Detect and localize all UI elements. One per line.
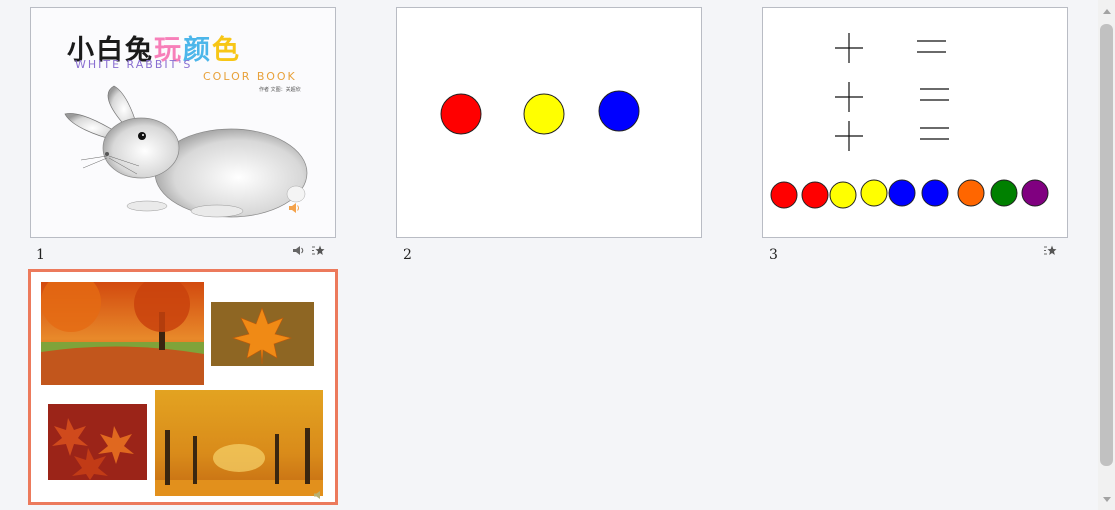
- slide-thumbnail-1[interactable]: 小 白 兔 玩 颜 色 WHITE RABBIT'S COLOR BOOK 作者…: [30, 7, 336, 238]
- palette-circle: [770, 181, 798, 209]
- palette-circle: [801, 181, 829, 209]
- equals-sign: [917, 40, 946, 53]
- speaker-icon[interactable]: [313, 490, 323, 500]
- scroll-down-arrow-icon[interactable]: [1102, 494, 1112, 504]
- autumn-alley-photo: [155, 390, 323, 496]
- animation-star-icon[interactable]: [1043, 244, 1057, 257]
- palette-circle: [921, 179, 949, 207]
- slide-thumbnail-2[interactable]: [396, 7, 702, 238]
- animation-star-icon[interactable]: [311, 244, 325, 257]
- plus-sign: [835, 82, 863, 112]
- equals-sign: [920, 88, 949, 101]
- palette-circle: [1021, 179, 1049, 207]
- slide-2-canvas: [440, 90, 640, 135]
- red-circle: [440, 93, 482, 135]
- maple-leaf-photo: [211, 302, 314, 366]
- slide-thumbnail-4[interactable]: [28, 269, 338, 505]
- palette-circle: [888, 179, 916, 207]
- palette-circle: [990, 179, 1018, 207]
- slide-3-canvas: [770, 33, 1049, 209]
- slide-number-2: 2: [403, 247, 412, 263]
- slide-3-badges: [1043, 243, 1057, 257]
- speaker-icon[interactable]: [292, 244, 305, 257]
- plus-sign: [835, 121, 863, 151]
- scrollbar-thumb[interactable]: [1100, 24, 1113, 466]
- palette-circle: [860, 179, 888, 207]
- equals-sign: [920, 127, 949, 140]
- scroll-up-arrow-icon[interactable]: [1102, 7, 1112, 17]
- slide-thumbnail-3[interactable]: [762, 7, 1068, 238]
- yellow-circle: [523, 93, 565, 135]
- plus-sign: [835, 33, 863, 63]
- speaker-icon[interactable]: [288, 202, 300, 214]
- autumn-park-photo: [41, 282, 204, 385]
- blue-circle: [598, 90, 640, 132]
- palette-circle: [829, 181, 857, 209]
- slide-number-3: 3: [769, 247, 778, 263]
- red-leaves-photo: [48, 404, 147, 480]
- slide-1-badges: [292, 243, 325, 257]
- palette-circle: [957, 179, 985, 207]
- slide-number-1: 1: [36, 247, 45, 263]
